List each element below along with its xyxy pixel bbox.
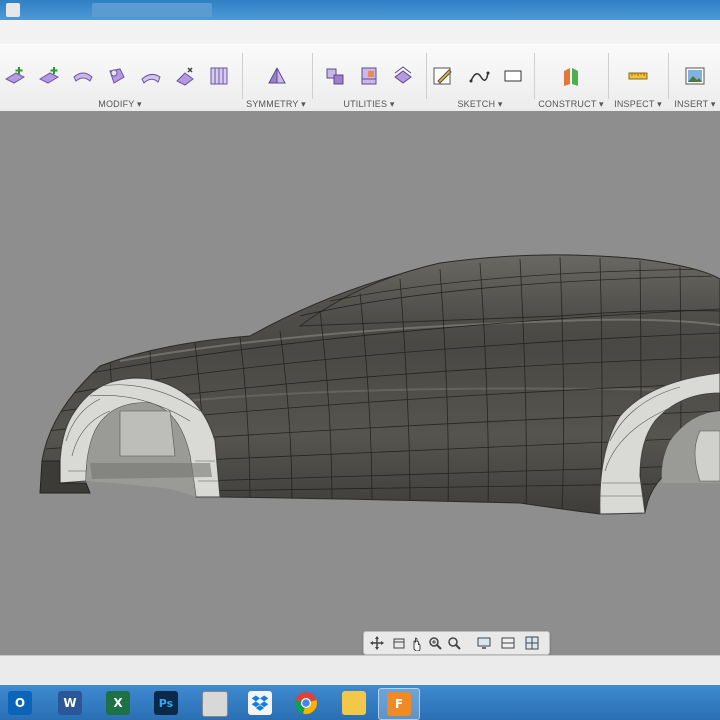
group-divider: [534, 53, 535, 99]
insert-group: INSERT ▾: [670, 45, 720, 111]
outlook-button[interactable]: O: [0, 688, 40, 718]
mirror-internal-icon[interactable]: [266, 65, 288, 87]
application-bar: [0, 20, 720, 45]
bevel-edge-icon[interactable]: [106, 65, 128, 87]
canvas-viewport[interactable]: [0, 111, 720, 655]
insert-edge-icon[interactable]: [4, 65, 26, 87]
construct-group: CONSTRUCT ▾: [536, 45, 606, 111]
symmetry-label[interactable]: SYMMETRY ▾: [244, 99, 308, 110]
document-tab[interactable]: [92, 3, 212, 17]
sketch-label[interactable]: SKETCH ▾: [428, 99, 532, 110]
group-divider: [242, 53, 243, 99]
repair-body-icon[interactable]: [358, 65, 380, 87]
group-divider: [668, 53, 669, 99]
insert-label[interactable]: INSERT ▾: [670, 99, 720, 110]
measure-icon[interactable]: [627, 65, 649, 87]
navigation-bar: [363, 631, 550, 655]
car-body-model[interactable]: [0, 111, 720, 655]
viewports-icon[interactable]: [524, 635, 540, 651]
rectangle-icon[interactable]: [502, 65, 524, 87]
insert-image-icon[interactable]: [684, 65, 706, 87]
timeline-bar: [0, 655, 720, 686]
flatten-icon[interactable]: [208, 65, 230, 87]
window-title-bar: [0, 0, 720, 20]
excel-icon: X: [106, 691, 130, 715]
spline-icon[interactable]: [468, 65, 490, 87]
photoshop-button[interactable]: Ps: [146, 688, 186, 718]
edit-sketch-icon[interactable]: [432, 65, 454, 87]
photoshop-icon: Ps: [154, 691, 178, 715]
symmetry-group: SYMMETRY ▾: [244, 45, 308, 111]
dropbox-icon: [248, 691, 272, 715]
pull-icon[interactable]: [174, 65, 196, 87]
slide-edge-icon[interactable]: [140, 65, 162, 87]
inspect-group: INSPECT ▾: [610, 45, 666, 111]
zoom-icon[interactable]: [427, 635, 443, 651]
utilities-group: UTILITIES ▾: [314, 45, 424, 111]
excel-button[interactable]: X: [98, 688, 138, 718]
fusion360-button[interactable]: F: [378, 688, 420, 720]
look-at-icon[interactable]: [391, 635, 407, 651]
convert-icon[interactable]: [324, 65, 346, 87]
toolbar-ribbon: MODIFY ▾ SYMMETRY ▾ UTILITIES ▾ SKETCH ▾…: [0, 44, 720, 112]
group-divider: [426, 53, 427, 99]
pan-icon[interactable]: [409, 635, 425, 651]
inspect-label[interactable]: INSPECT ▾: [610, 99, 666, 110]
orbit-icon[interactable]: [369, 635, 385, 651]
word-button[interactable]: W: [50, 688, 90, 718]
modify-label[interactable]: MODIFY ▾: [0, 99, 240, 110]
group-divider: [312, 53, 313, 99]
chrome-icon: [294, 691, 318, 715]
make-uniform-icon[interactable]: [392, 65, 414, 87]
sketch-group: SKETCH ▾: [428, 45, 532, 111]
merge-edge-icon[interactable]: [72, 65, 94, 87]
word-icon: W: [58, 691, 82, 715]
app-icon[interactable]: [6, 3, 20, 17]
grid-settings-icon[interactable]: [500, 635, 516, 651]
outlook-icon: O: [8, 691, 32, 715]
fit-window-icon[interactable]: [446, 635, 462, 651]
utilities-label[interactable]: UTILITIES ▾: [314, 99, 424, 110]
group-divider: [608, 53, 609, 99]
insert-point-icon[interactable]: [38, 65, 60, 87]
display-settings-icon[interactable]: [476, 635, 492, 651]
modify-group: MODIFY ▾: [0, 45, 240, 111]
file-explorer-icon: [342, 691, 366, 715]
windows-taskbar: O W X Ps F: [0, 685, 720, 720]
construct-label[interactable]: CONSTRUCT ▾: [536, 99, 606, 110]
dropbox-button[interactable]: [240, 688, 280, 718]
plane-icon[interactable]: [560, 65, 582, 87]
chrome-button[interactable]: [286, 688, 326, 718]
document-icon: [202, 691, 228, 717]
fusion360-icon: F: [387, 692, 411, 716]
file-explorer-button[interactable]: [334, 688, 374, 718]
document-button[interactable]: [194, 688, 234, 718]
